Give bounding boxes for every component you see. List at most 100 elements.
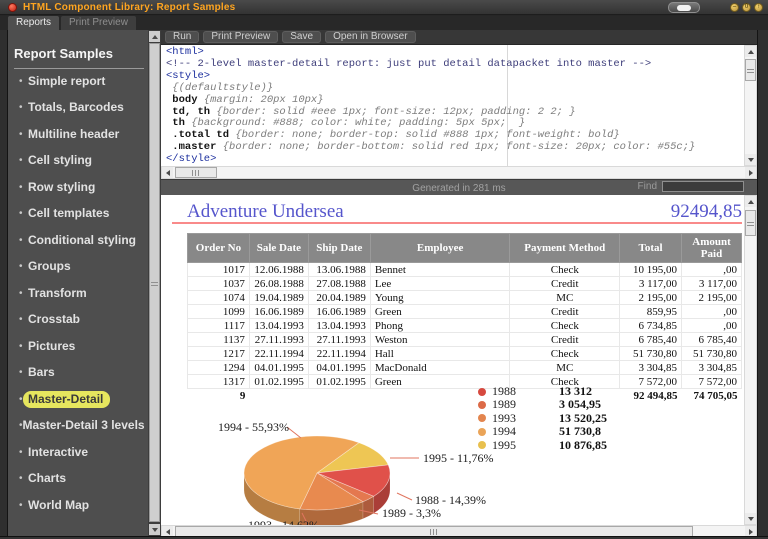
window-button-maximize[interactable]: 0 [742, 3, 751, 12]
sidebar-item-cell-templates[interactable]: •Cell templates [19, 207, 144, 221]
window-button-minimize[interactable]: – [730, 3, 739, 12]
sidebar-item-simple-report[interactable]: •Simple report [19, 74, 144, 88]
sidebar-item-conditional-styling[interactable]: •Conditional styling [19, 233, 144, 247]
code-segment: th [166, 117, 191, 129]
scroll-right-button[interactable] [745, 167, 756, 178]
sidebar-item-master-detail-3-levels[interactable]: •Master-Detail 3 levels [19, 419, 144, 433]
scrollbar-thumb[interactable] [149, 43, 160, 522]
window-right-edge [757, 30, 768, 536]
table-cell: 1137 [188, 333, 250, 347]
scroll-up-button[interactable] [745, 46, 756, 57]
sidebar-item-transform[interactable]: •Transform [19, 286, 144, 300]
sidebar-item-label: Multiline header [23, 126, 126, 143]
report-preview: Adventure Undersea 92494,85 Order NoSale… [161, 195, 744, 525]
sidebar-item-label: Crosstab [23, 311, 87, 328]
table-cell: 10 195,00 [620, 263, 682, 277]
table-row: 121722.11.199422.11.1994HallCheck51 730,… [188, 347, 742, 361]
total-cell: 9 [188, 389, 250, 404]
tab-print-preview[interactable]: Print Preview [61, 16, 136, 30]
scroll-down-button[interactable] [149, 524, 160, 535]
sidebar-item-pictures[interactable]: •Pictures [19, 339, 144, 353]
sidebar-item-world-map[interactable]: •World Map [19, 498, 144, 512]
table-cell: 51 730,80 [682, 347, 742, 361]
toolbar-button-print-preview[interactable]: Print Preview [203, 31, 278, 43]
pie-label-line [397, 493, 412, 500]
sidebar-item-cell-styling[interactable]: •Cell styling [19, 154, 144, 168]
sidebar-item-crosstab[interactable]: •Crosstab [19, 313, 144, 327]
sidebar-item-label: Row styling [23, 179, 102, 196]
find-box: Find [638, 181, 744, 192]
preview-vscrollbar[interactable] [744, 195, 757, 525]
table-cell: 1037 [188, 277, 250, 291]
sidebar-item-master-detail[interactable]: •Master-Detail [19, 392, 144, 406]
code-line: .master {border: none; border-bottom: so… [166, 142, 744, 154]
code-segment: {border: none; border-bottom: solid red … [223, 141, 696, 153]
table-cell: 1317 [188, 375, 250, 389]
sidebar-list: •Simple report •Totals, Barcodes •Multilin… [19, 74, 144, 512]
sidebar-scrollbar[interactable] [148, 30, 161, 536]
column-header: Total [620, 234, 682, 263]
table-cell: Check [510, 263, 620, 277]
editor-toolbar: Run Print Preview Save Open in Browser [161, 30, 757, 45]
scrollbar-thumb[interactable] [745, 59, 756, 81]
layout-toggle-button[interactable] [668, 2, 700, 13]
table-row: 101712.06.198813.06.1988BennetCheck10 19… [188, 263, 742, 277]
code-segment: .master [166, 141, 223, 153]
toolbar-button-open-in-browser[interactable]: Open in Browser [325, 31, 415, 43]
table-cell: Lee [370, 277, 510, 291]
table-header-row: Order NoSale DateShip DateEmployeePaymen… [188, 234, 742, 263]
code-content: <html><!-- 2-level master-detail report:… [166, 47, 744, 166]
sidebar-item-label: Pictures [23, 338, 82, 355]
table-cell: Weston [370, 333, 510, 347]
tab-reports[interactable]: Reports [8, 16, 59, 30]
sidebar-item-totals-barcodes[interactable]: •Totals, Barcodes [19, 101, 144, 115]
editor-vscrollbar[interactable] [744, 45, 757, 166]
scroll-up-button[interactable] [745, 196, 756, 207]
table-cell: 1294 [188, 361, 250, 375]
sidebar-item-label: Totals, Barcodes [23, 99, 131, 116]
sidebar-item-interactive[interactable]: •Interactive [19, 445, 144, 459]
thumb-grip-icon [430, 529, 439, 535]
title-bar: HTML Component Library: Report Samples –… [0, 0, 768, 15]
table-cell: 13.04.1993 [308, 319, 370, 333]
table-cell: 1099 [188, 305, 250, 319]
sidebar-item-label: Charts [23, 470, 73, 487]
scrollbar-thumb[interactable] [175, 167, 217, 178]
sidebar-item-bars[interactable]: •Bars [19, 366, 144, 380]
total-cell [308, 389, 370, 404]
editor-hscrollbar[interactable] [161, 166, 757, 179]
column-header: Amount Paid [682, 234, 742, 263]
thumb-grip-icon [151, 280, 158, 286]
table-row: 103726.08.198827.08.1988LeeCredit3 117,0… [188, 277, 742, 291]
code-editor[interactable]: <html><!-- 2-level master-detail report:… [161, 45, 744, 166]
sidebar-item-groups[interactable]: •Groups [19, 260, 144, 274]
table-cell: 01.02.1995 [308, 375, 370, 389]
scrollbar-thumb[interactable] [745, 210, 756, 236]
scroll-left-button[interactable] [162, 167, 173, 178]
status-bar: Generated in 281 ms Find [161, 179, 757, 195]
pie-label-line [287, 427, 301, 438]
table-row: 109916.06.198916.06.1989GreenCredit859,9… [188, 305, 742, 319]
scroll-down-button[interactable] [745, 513, 756, 524]
scroll-down-button[interactable] [745, 154, 756, 165]
table-cell: ,00 [682, 263, 742, 277]
table-cell: 1017 [188, 263, 250, 277]
legend-dot-icon [478, 428, 486, 436]
table-cell: Young [370, 291, 510, 305]
code-segment: .total td [166, 129, 235, 141]
window-left-edge [0, 30, 8, 536]
find-input[interactable] [662, 181, 744, 192]
window-button-close[interactable]: ↑ [754, 3, 763, 12]
table-cell: 20.04.1989 [308, 291, 370, 305]
sidebar-item-label: World Map [23, 497, 96, 514]
sidebar-item-multiline-header[interactable]: •Multiline header [19, 127, 144, 141]
sidebar-item-charts[interactable]: •Charts [19, 472, 144, 486]
table-cell: MacDonald [370, 361, 510, 375]
scroll-up-button[interactable] [149, 31, 160, 42]
toolbar-button-save[interactable]: Save [282, 31, 321, 43]
table-cell: 2 195,00 [682, 291, 742, 305]
table-cell: 3 304,85 [620, 361, 682, 375]
toolbar-button-run[interactable]: Run [165, 31, 199, 43]
sidebar-item-label: Transform [23, 285, 94, 302]
sidebar-item-row-styling[interactable]: •Row styling [19, 180, 144, 194]
